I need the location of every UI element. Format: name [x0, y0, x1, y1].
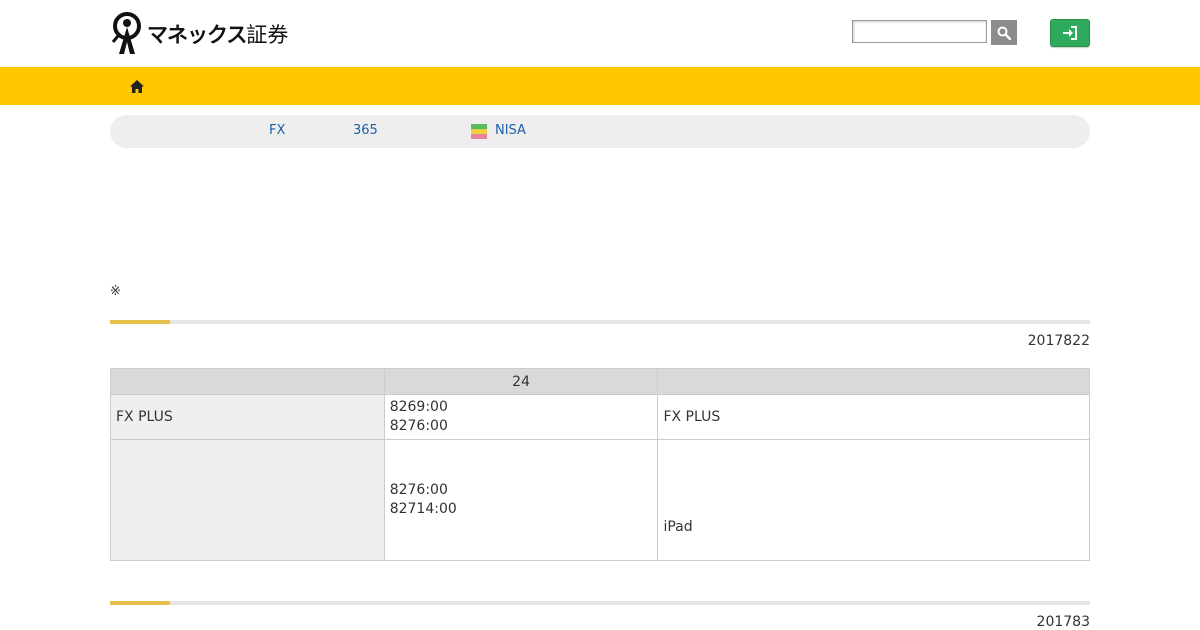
sign-in-icon [1063, 26, 1077, 40]
subnav-link-fx[interactable]: FX [269, 123, 285, 138]
notice-mark: ※ [110, 284, 121, 299]
search-icon [997, 26, 1011, 40]
section-date: 2017822 [1027, 333, 1090, 349]
divider-accent [110, 601, 170, 605]
monex-logo[interactable]: マネックス証券 [110, 11, 290, 57]
site-header: マネックス証券 [0, 0, 1200, 67]
subnav-link-365[interactable]: 365 [353, 123, 378, 138]
sub-navigation: FX 365 NISA [110, 115, 1090, 148]
section-date: 201783 [1036, 614, 1090, 630]
table-header-cell [110, 368, 385, 395]
logo-text: マネックス証券 [147, 23, 289, 47]
logo-mark-icon [111, 12, 141, 54]
table-row: 8276:00 82714:00 iPad [110, 439, 1090, 561]
schedule-table: 24 FX PLUS 8269:00 8276:00 FX PLUS 8276:… [110, 368, 1090, 561]
time-value: 82714:00 [389, 501, 457, 517]
home-link[interactable] [128, 77, 146, 95]
section-divider [110, 320, 1090, 324]
time-value: 8269:00 [389, 399, 448, 415]
row-detail-cell: iPad [657, 439, 1090, 561]
main-nav-bar [0, 67, 1200, 105]
nisa-flag-icon [471, 124, 487, 139]
divider-accent [110, 320, 170, 324]
table-header-cell [657, 368, 1090, 395]
row-detail-cell: FX PLUS [657, 394, 1090, 440]
search-input[interactable] [852, 20, 987, 43]
row-times-cell: 8269:00 8276:00 [383, 394, 659, 440]
row-name-cell: FX PLUS [110, 394, 385, 440]
time-value: 8276:00 [389, 418, 448, 434]
table-row: FX PLUS 8269:00 8276:00 FX PLUS [110, 394, 1090, 440]
table-header-cell: 24 [383, 368, 659, 395]
time-value: 8276:00 [389, 482, 448, 498]
search-button[interactable] [991, 20, 1017, 45]
row-times-cell: 8276:00 82714:00 [383, 439, 659, 561]
section-divider [110, 601, 1090, 605]
row-name-cell [110, 439, 385, 561]
home-icon [130, 79, 144, 93]
table-header-row: 24 [110, 368, 1090, 395]
subnav-link-nisa[interactable]: NISA [495, 123, 526, 138]
login-button[interactable] [1050, 19, 1090, 47]
